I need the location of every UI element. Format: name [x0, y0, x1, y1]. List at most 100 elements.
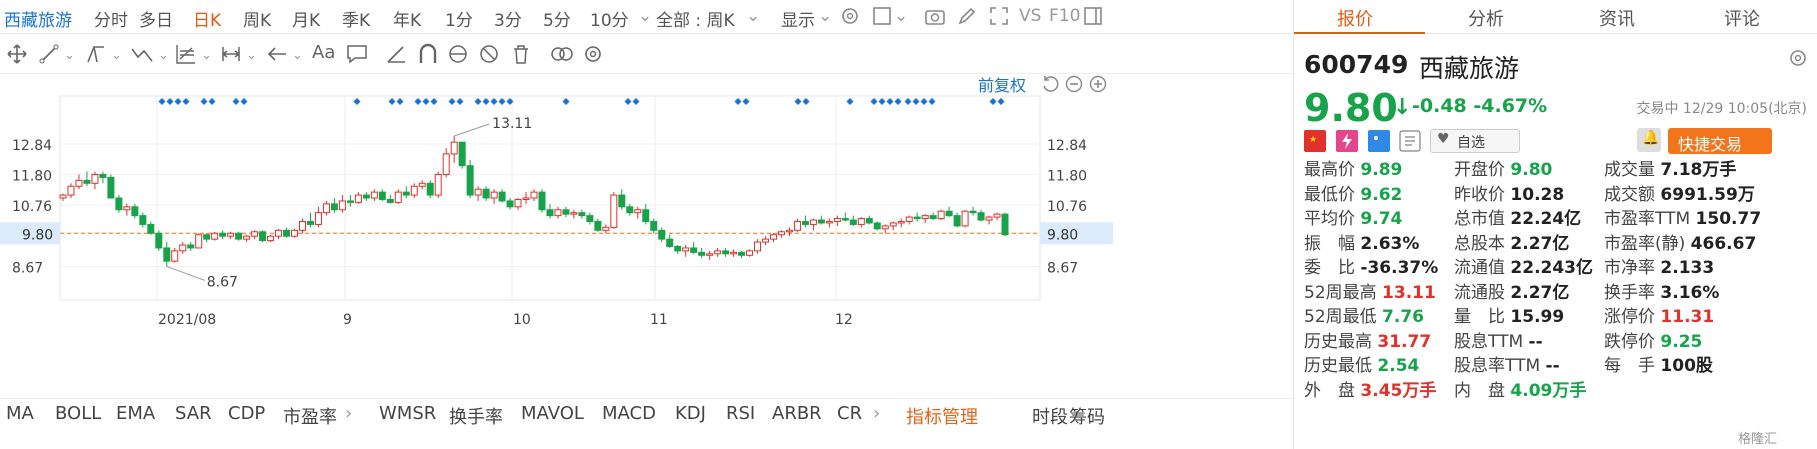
candle-body	[402, 191, 410, 196]
tag-icon	[1368, 130, 1390, 152]
tab-chips[interactable]: 筹码	[1069, 403, 1105, 429]
stat-label: 市盈率TTM	[1604, 209, 1691, 229]
indicator-cdp[interactable]: CDP	[228, 403, 265, 424]
chevron-down-icon[interactable]: ⌄	[64, 48, 75, 63]
candle-body	[450, 141, 458, 155]
indicator-wmsr[interactable]: WMSR	[379, 403, 436, 424]
indicator-arbr[interactable]: ARBR	[772, 403, 822, 424]
lock-drawing-icon[interactable]	[447, 43, 469, 65]
signal-marker	[632, 98, 640, 105]
indicator-boll[interactable]: BOLL	[55, 403, 101, 424]
drawing-settings-gear-icon[interactable]	[582, 43, 604, 65]
settings-gear-icon[interactable]	[1788, 48, 1808, 68]
indicator-kdj[interactable]: KDJ	[675, 403, 706, 424]
comment-icon[interactable]	[346, 43, 368, 65]
tab-time-period[interactable]: 时段	[1032, 403, 1068, 429]
candle-body	[434, 174, 442, 196]
candle-body	[905, 216, 913, 222]
period-tab-5min[interactable]: 5分	[543, 6, 571, 31]
wave-tool-icon[interactable]	[130, 43, 154, 65]
chevron-right-icon[interactable]: ›	[873, 403, 880, 424]
signal-marker	[928, 98, 936, 105]
period-tab-intraday[interactable]: 分时	[94, 6, 128, 31]
camera-icon[interactable]	[924, 6, 946, 26]
tab-analysis[interactable]: 分析	[1468, 5, 1504, 31]
period-tab-quarterly[interactable]: 季K	[342, 6, 370, 31]
panel-toggle-icon[interactable]	[1083, 6, 1103, 26]
stat-value: --	[1528, 331, 1543, 352]
candle-body	[945, 210, 953, 217]
move-crosshair-icon[interactable]	[6, 43, 28, 65]
display-button[interactable]: 显示	[781, 6, 815, 31]
pencil-icon[interactable]	[957, 6, 977, 26]
tab-news[interactable]: 资讯	[1599, 5, 1635, 31]
line-tool-icon[interactable]	[38, 43, 60, 65]
candle-body	[865, 218, 873, 224]
period-tab-3min[interactable]: 3分	[494, 6, 522, 31]
alert-bell-icon[interactable]: 🔔	[1637, 128, 1661, 152]
period-tab-monthly[interactable]: 月K	[292, 6, 320, 31]
chevron-down-icon[interactable]: ⌄	[158, 48, 169, 63]
fullscreen-icon[interactable]	[989, 6, 1009, 26]
indicator-rsi[interactable]: RSI	[726, 403, 755, 424]
indicator-sar[interactable]: SAR	[175, 403, 212, 424]
period-tab-1min[interactable]: 1分	[445, 6, 473, 31]
compare-circles-icon[interactable]	[549, 43, 575, 65]
angle-tool-icon[interactable]	[385, 43, 407, 65]
indicator-mavol[interactable]: MAVOL	[521, 403, 584, 424]
range-measure-icon[interactable]	[220, 43, 242, 65]
candle-body	[378, 191, 386, 200]
chevron-down-icon[interactable]: ⌄	[818, 6, 832, 26]
quick-trade-button[interactable]: 快捷交易	[1668, 128, 1772, 154]
chevron-down-icon[interactable]: ⌄	[246, 48, 257, 63]
chevron-right-icon[interactable]: ›	[345, 403, 352, 424]
magnet-icon[interactable]	[417, 43, 439, 65]
fibonacci-tool-icon[interactable]	[175, 43, 197, 65]
f10-button[interactable]: F10	[1049, 6, 1080, 26]
stat-7-1: 股息TTM --	[1454, 327, 1543, 352]
arrow-left-icon[interactable]	[266, 43, 288, 65]
indicator-manage-button[interactable]: 指标管理	[906, 403, 978, 429]
indicator-pe[interactable]: 市盈率	[283, 403, 337, 429]
indicator-turnover[interactable]: 换手率	[449, 403, 503, 429]
candle-body	[147, 223, 155, 234]
chart-box-icon[interactable]	[872, 6, 892, 26]
settings-gear-icon[interactable]	[840, 6, 860, 26]
candle-body	[314, 212, 322, 225]
candle-body	[538, 191, 546, 211]
trash-icon[interactable]	[510, 43, 532, 65]
tab-comments[interactable]: 评论	[1724, 5, 1760, 31]
period-tab-weekly[interactable]: 周K	[243, 6, 271, 31]
chevron-down-icon[interactable]: ⌄	[201, 48, 212, 63]
range-select[interactable]: 全部 : 周K	[656, 6, 735, 31]
period-tab-yearly[interactable]: 年K	[393, 6, 421, 31]
candle-body	[338, 200, 346, 211]
chevron-down-icon[interactable]: ⌄	[746, 6, 760, 26]
signal-marker	[912, 98, 920, 105]
stat-5-0: 52周最高 13.11	[1304, 278, 1436, 303]
stock-name-link[interactable]: 西藏旅游	[4, 6, 72, 31]
chevron-down-icon[interactable]: ⌄	[111, 48, 122, 63]
kline-chart-area[interactable]: 前复权 12.8412.8411.8011.8010.7610.769.809.…	[0, 74, 1293, 374]
channel-tool-icon[interactable]	[85, 43, 107, 65]
period-more-chevron-icon[interactable]: ⌄	[638, 6, 652, 26]
indicator-ma[interactable]: MA	[6, 403, 34, 424]
period-tab-10min[interactable]: 10分	[590, 6, 629, 31]
y-tick-label-right: 11.80	[1047, 169, 1087, 185]
chevron-down-icon[interactable]: ⌄	[292, 48, 303, 63]
hide-drawing-icon[interactable]	[478, 43, 500, 65]
indicator-cr[interactable]: CR	[837, 403, 862, 424]
vs-compare-button[interactable]: VS	[1019, 6, 1041, 26]
signal-marker	[456, 98, 464, 105]
candle-body	[777, 231, 785, 236]
period-tab-multiday[interactable]: 多日	[139, 6, 173, 31]
stat-label: 总市值	[1454, 209, 1505, 229]
chevron-down-icon[interactable]: ⌄	[894, 6, 908, 26]
period-tab-daily[interactable]: 日K	[193, 6, 221, 31]
indicator-ema[interactable]: EMA	[116, 403, 155, 424]
candlestick-chart[interactable]: 12.84 12.84 11.80 11.80 10.76 10.76 9.80 9.80 8.…	[0, 74, 1113, 374]
tab-quote[interactable]: 报价	[1337, 5, 1373, 31]
text-tool-button[interactable]: Aa	[312, 42, 335, 63]
indicator-macd[interactable]: MACD	[602, 403, 656, 424]
add-watchlist-button[interactable]: ♥ 自选	[1430, 129, 1520, 153]
